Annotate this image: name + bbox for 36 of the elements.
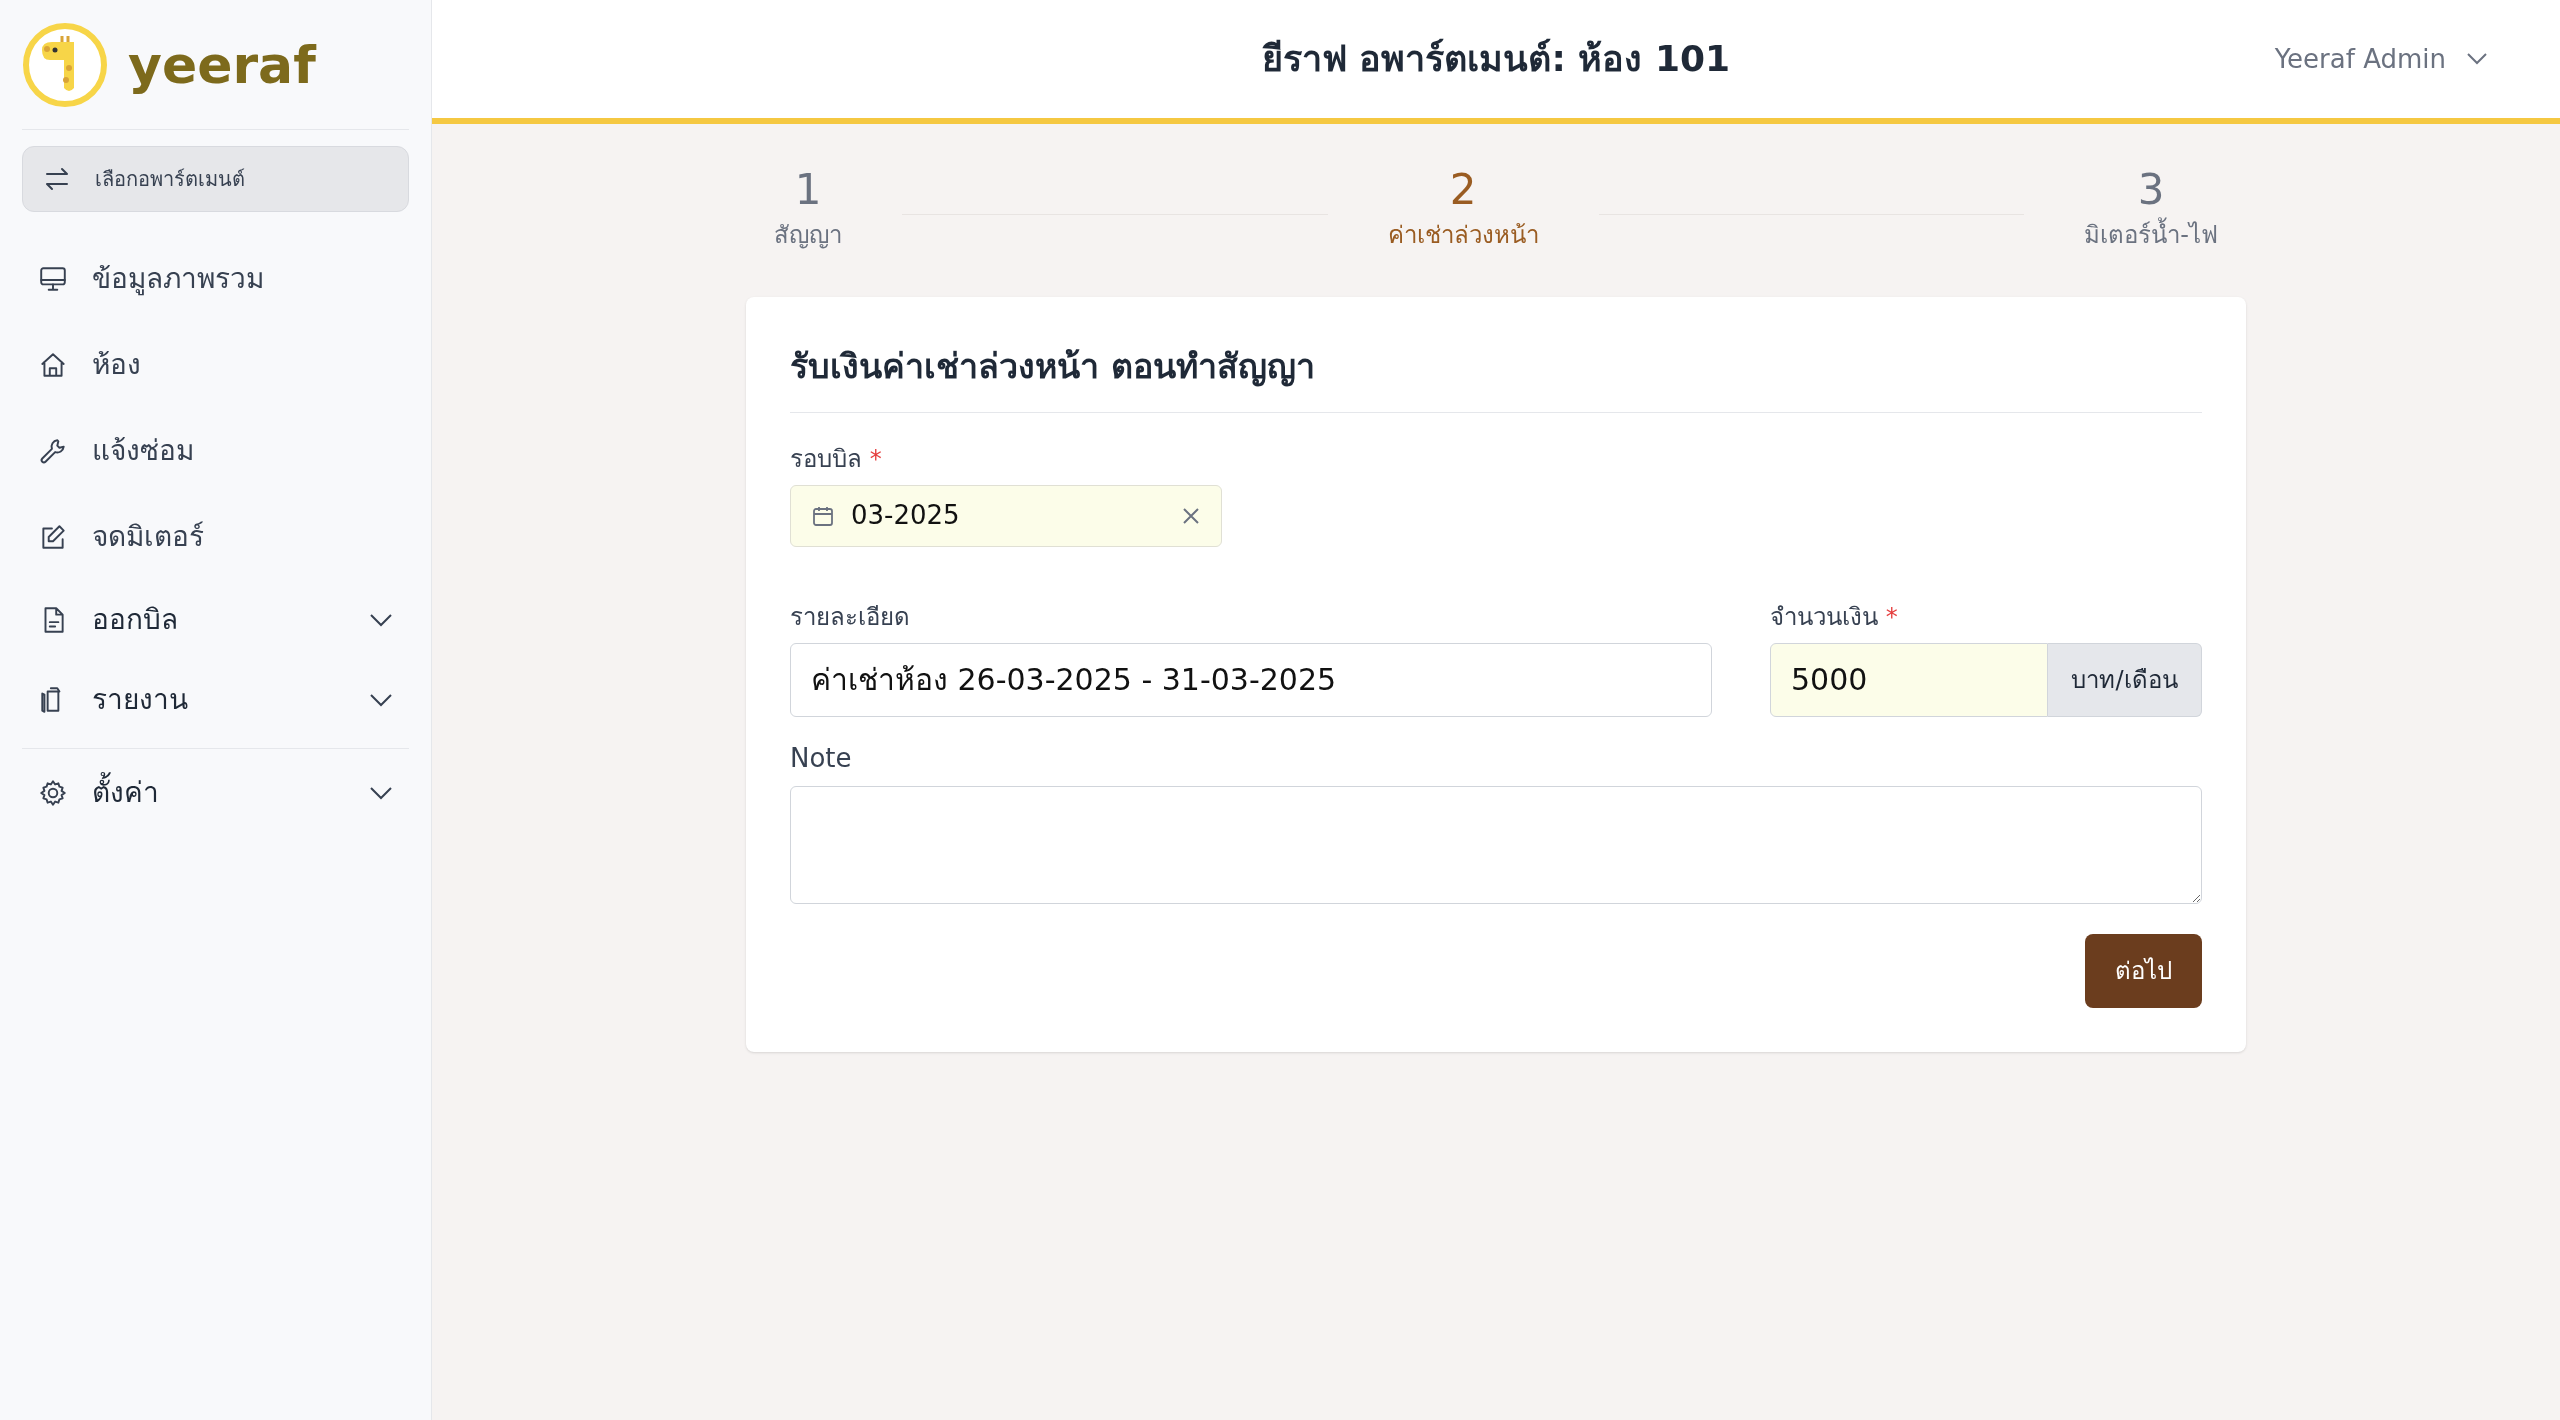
chevron-down-icon — [369, 613, 393, 627]
field-label: รายละเอียด — [790, 601, 911, 633]
field-label: รอบบิล — [790, 444, 862, 473]
required-mark: * — [1885, 602, 1898, 631]
step-tab[interactable]: 3 มิเตอร์น้ำ-ไฟ — [2084, 164, 2218, 253]
sidebar-link[interactable]: จดมิเตอร์ — [22, 494, 409, 580]
chevron-down-icon — [369, 693, 393, 707]
required-mark: * — [869, 444, 882, 473]
giraffe-logo-icon — [22, 21, 108, 108]
user-menu[interactable]: Yeeraf Admin — [2274, 39, 2488, 79]
house-icon — [38, 350, 68, 380]
monitor-icon — [38, 264, 68, 294]
sidebar-link[interactable]: ห้อง — [22, 322, 409, 408]
sidebar-menu-toggle[interactable]: ตั้งค่า — [22, 748, 409, 828]
field-label: Note — [790, 741, 853, 775]
amount-input[interactable]: 5000 — [1770, 642, 2048, 717]
swap-arrows-icon — [43, 167, 71, 191]
date-field[interactable]: 03-2025 — [790, 484, 1222, 547]
unit-addon: บาท/เดือน — [2048, 642, 2202, 717]
form-title: รับเงินค่าเช่าล่วงหน้า ตอนทำสัญญา — [790, 340, 2202, 413]
detail-input[interactable]: ค่าเช่าห้อง 26-03-2025 - 31-03-2025 — [790, 642, 1712, 717]
next-button[interactable]: ต่อไป — [2085, 933, 2202, 1008]
switch-apartment-button[interactable]: เลือกอพาร์ตเมนต์ — [22, 146, 409, 212]
sidebar-menu-toggle[interactable]: ออกบิล — [22, 580, 409, 660]
sidebar-link[interactable]: ข้อมูลภาพรวม — [22, 236, 409, 322]
field-label: จำนวนเงิน — [1770, 602, 1878, 631]
close-icon[interactable] — [1181, 505, 1201, 526]
step-tab[interactable]: 2 ค่าเช่าล่วงหน้า — [1387, 164, 1539, 253]
sidebar-link[interactable]: แจ้งซ่อม — [22, 408, 409, 494]
chevron-down-icon — [2466, 52, 2488, 66]
sidebar-menu-toggle[interactable]: รายงาน — [22, 660, 409, 740]
chevron-down-icon — [369, 785, 393, 800]
wrench-icon — [38, 436, 68, 466]
page-title: ยีราฟ อพาร์ตเมนต์: ห้อง 101 — [1261, 37, 1731, 81]
gear-icon — [38, 777, 68, 808]
step-tab[interactable]: 1 สัญญา — [774, 164, 842, 253]
